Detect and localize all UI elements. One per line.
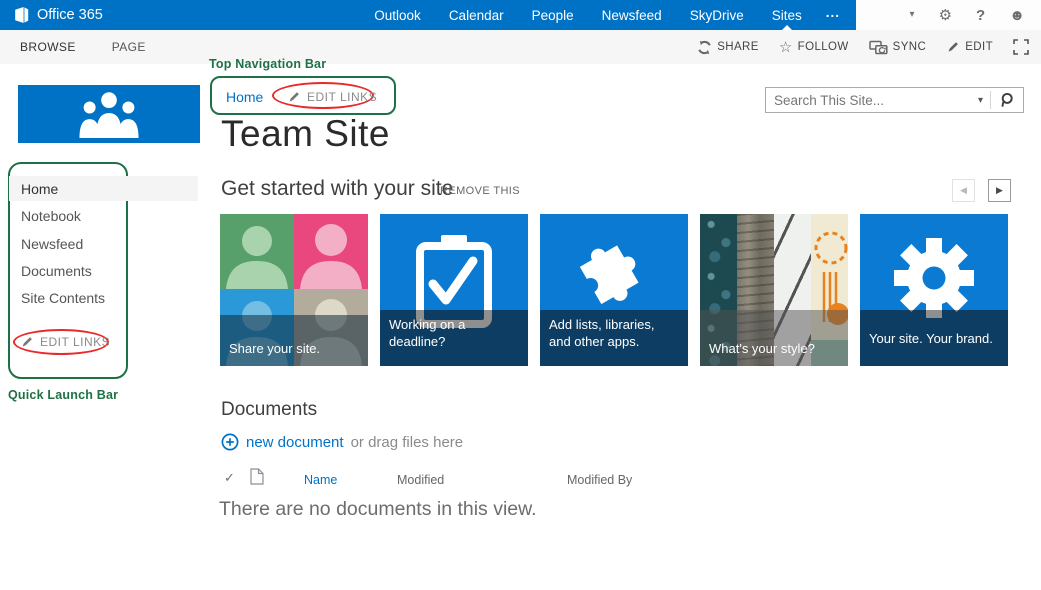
top-nav-home-link[interactable]: Home <box>226 89 263 105</box>
tab-browse[interactable]: BROWSE <box>20 40 76 54</box>
smiley-icon[interactable]: ☻ <box>1009 8 1025 23</box>
suite-nav-newsfeed[interactable]: Newsfeed <box>588 0 676 30</box>
search-box: ▾ <box>765 87 1024 113</box>
quick-launch-edit-links-label: EDIT LINKS <box>40 335 110 349</box>
ribbon-tabs: BROWSE PAGE <box>20 30 146 64</box>
getting-started-tiles: Share your site. Working on a deadline? <box>220 214 1008 366</box>
suite-bar: Office 365 Outlook Calendar People Newsf… <box>0 0 1041 30</box>
suite-bar-icon-section: ▾ ⚙ ? ☻ <box>856 0 1041 30</box>
search-input[interactable] <box>766 89 971 111</box>
star-icon: ☆ <box>779 40 793 55</box>
sync-icon <box>869 40 888 55</box>
tiles-prev-button[interactable]: ◀ <box>952 179 975 202</box>
office365-brand-label: Office 365 <box>37 7 103 23</box>
share-button[interactable]: SHARE <box>697 40 759 55</box>
top-nav-edit-links[interactable]: EDIT LINKS <box>287 90 377 104</box>
tile-label: Your site. Your brand. <box>860 310 1008 366</box>
plus-circle-icon[interactable] <box>221 433 239 451</box>
fullscreen-icon <box>1013 39 1029 55</box>
column-header-modified-by[interactable]: Modified By <box>567 473 632 487</box>
gear-icon[interactable]: ⚙ <box>939 8 952 23</box>
suite-nav-more-button[interactable]: ... <box>816 0 856 30</box>
share-icon <box>697 40 712 55</box>
documents-heading: Documents <box>221 399 317 421</box>
caret-down-icon[interactable]: ▾ <box>910 10 915 20</box>
suite-nav-sites[interactable]: Sites <box>758 0 816 30</box>
team-people-icon <box>65 90 153 138</box>
annotation-top-nav-label: Top Navigation Bar <box>209 57 326 71</box>
annotation-quick-launch-label: Quick Launch Bar <box>8 388 118 402</box>
new-document-link[interactable]: new document <box>246 434 344 451</box>
sharepoint-team-site-page: Office 365 Outlook Calendar People Newsf… <box>0 0 1041 590</box>
remove-this-link[interactable]: REMOVE THIS <box>440 185 520 197</box>
drag-files-hint: or drag files here <box>351 434 464 451</box>
follow-label: FOLLOW <box>798 41 849 53</box>
sidebar-item-newsfeed[interactable]: Newsfeed <box>21 236 83 252</box>
select-all-checkmark[interactable]: ✓ <box>224 470 235 486</box>
pencil-icon <box>287 90 301 104</box>
sync-label: SYNC <box>893 41 927 53</box>
search-scope-caret-icon[interactable]: ▾ <box>971 95 990 106</box>
tiles-next-button[interactable]: ▶ <box>988 179 1011 202</box>
search-button[interactable] <box>991 92 1023 108</box>
edit-label: EDIT <box>965 41 993 53</box>
tab-page[interactable]: PAGE <box>112 40 146 54</box>
sidebar-item-notebook[interactable]: Notebook <box>21 208 81 224</box>
tile-your-site-your-brand[interactable]: Your site. Your brand. <box>860 214 1008 366</box>
tile-label: Working on a deadline? <box>380 310 528 366</box>
tile-add-lists-libraries-apps[interactable]: Add lists, libraries, and other apps. <box>540 214 688 366</box>
suite-bar-blue-section: Office 365 Outlook Calendar People Newsf… <box>0 0 856 30</box>
column-header-name[interactable]: Name <box>304 473 337 487</box>
quick-launch-edit-links[interactable]: EDIT LINKS <box>20 335 110 349</box>
column-header-modified[interactable]: Modified <box>397 473 444 487</box>
tile-working-on-a-deadline[interactable]: Working on a deadline? <box>380 214 528 366</box>
page-title: Team Site <box>221 113 390 155</box>
tile-label: Add lists, libraries, and other apps. <box>540 310 688 366</box>
share-label: SHARE <box>717 41 759 53</box>
get-started-heading: Get started with your site <box>221 177 453 201</box>
sidebar-item-home[interactable]: Home <box>21 181 58 197</box>
sidebar-item-documents[interactable]: Documents <box>21 263 92 279</box>
top-nav-edit-links-label: EDIT LINKS <box>307 90 377 104</box>
ribbon-bar: BROWSE PAGE SHARE ☆ FOLLOW <box>0 30 1041 64</box>
sidebar-item-site-contents[interactable]: Site Contents <box>21 290 105 306</box>
new-document-row: new document or drag files here <box>221 433 463 451</box>
pencil-icon <box>946 40 960 54</box>
sync-button[interactable]: SYNC <box>869 40 927 55</box>
focus-mode-button[interactable] <box>1013 39 1029 55</box>
tile-label: Share your site. <box>220 315 368 366</box>
tile-share-your-site[interactable]: Share your site. <box>220 214 368 366</box>
site-logo-tile[interactable] <box>18 85 200 143</box>
office365-brand[interactable]: Office 365 <box>13 6 103 24</box>
document-type-icon[interactable] <box>250 468 264 485</box>
help-icon[interactable]: ? <box>976 8 985 23</box>
follow-button[interactable]: ☆ FOLLOW <box>779 40 849 55</box>
empty-view-message: There are no documents in this view. <box>219 498 537 521</box>
suite-nav-skydrive[interactable]: SkyDrive <box>676 0 758 30</box>
pencil-icon <box>20 335 34 349</box>
office365-logo-icon <box>13 6 30 24</box>
edit-button[interactable]: EDIT <box>946 40 993 54</box>
ribbon-actions: SHARE ☆ FOLLOW SYNC EDIT <box>697 30 1029 64</box>
suite-nav-people[interactable]: People <box>518 0 588 30</box>
suite-nav-calendar[interactable]: Calendar <box>435 0 518 30</box>
suite-nav: Outlook Calendar People Newsfeed SkyDriv… <box>360 0 856 30</box>
tile-label: What's your style? <box>700 310 848 366</box>
search-icon <box>999 92 1015 108</box>
tile-whats-your-style[interactable]: What's your style? <box>700 214 848 366</box>
suite-nav-outlook[interactable]: Outlook <box>360 0 435 30</box>
